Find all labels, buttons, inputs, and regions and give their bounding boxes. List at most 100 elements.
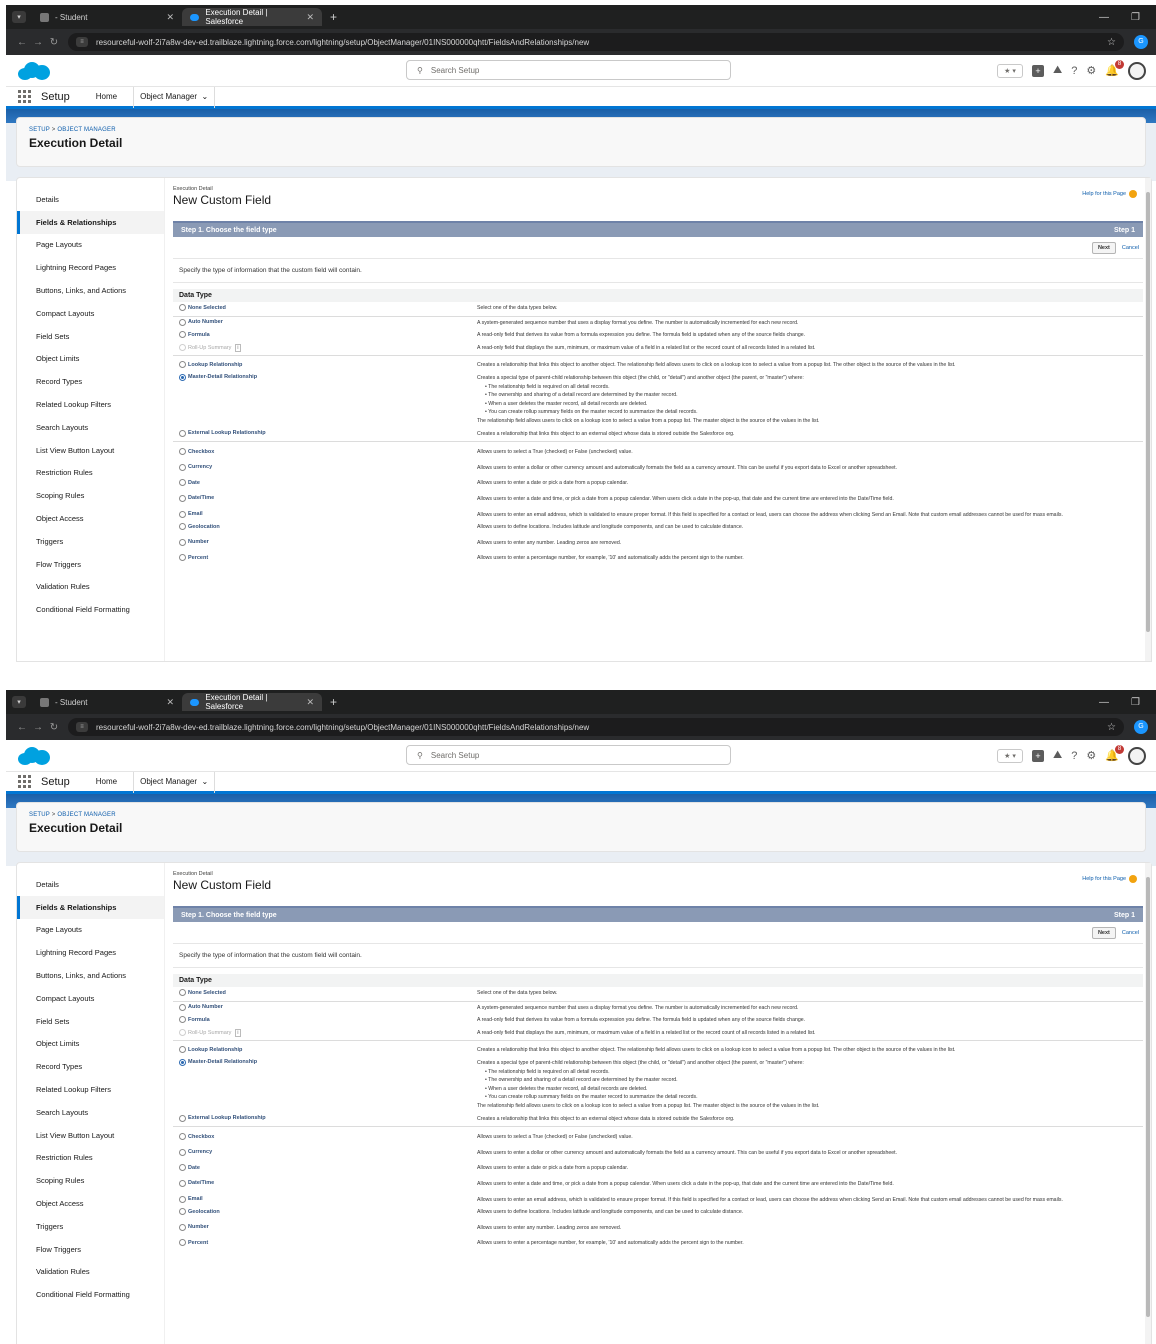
radio-icon[interactable]: [179, 1239, 186, 1247]
radio-icon[interactable]: [179, 448, 186, 456]
type-master-detail-option[interactable]: Master-Detail Relationship: [179, 1058, 477, 1066]
browser-tab-student[interactable]: - Student ✕: [32, 693, 182, 711]
global-actions-icon[interactable]: +: [1032, 749, 1045, 762]
sidebar-item[interactable]: Search Layouts: [17, 1101, 164, 1124]
url-text[interactable]: resourceful-wolf-2i7a8w-dev-ed.trailblaz…: [96, 723, 589, 732]
type-currency-option[interactable]: Currency: [179, 1148, 477, 1156]
sidebar-item[interactable]: Fields & Relationships: [17, 210, 164, 234]
sidebar-item[interactable]: List View Button Layout: [17, 439, 164, 462]
next-button[interactable]: Next: [1091, 241, 1116, 254]
type-email-option[interactable]: Email: [179, 510, 477, 518]
close-tab-icon[interactable]: ✕: [306, 697, 314, 708]
sidebar-item[interactable]: Conditional Field Formatting: [17, 1283, 164, 1306]
favorites-icon[interactable]: ★ ▾: [997, 748, 1024, 763]
address-bar[interactable]: ≡ resourceful-wolf-2i7a8w-dev-ed.trailbl…: [68, 718, 1124, 736]
reload-icon[interactable]: ↻: [46, 722, 62, 733]
type-external-lookup-option[interactable]: External Lookup Relationship: [179, 1114, 477, 1122]
close-tab-icon[interactable]: ✕: [306, 12, 314, 23]
app-launcher-icon[interactable]: [18, 775, 31, 788]
radio-selected-icon[interactable]: [179, 1058, 186, 1066]
back-icon[interactable]: ←: [14, 37, 30, 48]
vertical-scrollbar[interactable]: [1145, 863, 1151, 1344]
radio-icon[interactable]: [179, 1133, 186, 1141]
site-info-icon[interactable]: ≡: [76, 722, 88, 732]
notifications-bell-icon[interactable]: 🔔 8: [1105, 745, 1124, 762]
sidebar-item[interactable]: Compact Layouts: [17, 302, 164, 325]
sidebar-item[interactable]: Triggers: [17, 1215, 164, 1238]
minimize-icon[interactable]: —: [1099, 697, 1109, 708]
browser-tab-salesforce[interactable]: Execution Detail | Salesforce ✕: [182, 8, 322, 26]
sidebar-item[interactable]: Lightning Record Pages: [17, 256, 164, 279]
sidebar-item[interactable]: Related Lookup Filters: [17, 393, 164, 416]
type-auto-number-option[interactable]: Auto Number: [179, 318, 477, 326]
radio-icon[interactable]: [179, 1179, 186, 1187]
type-date-option[interactable]: Date: [179, 1164, 477, 1172]
breadcrumb-object-manager[interactable]: OBJECT MANAGER: [57, 127, 115, 133]
sidebar-item[interactable]: Fields & Relationships: [17, 895, 164, 919]
type-checkbox-option[interactable]: Checkbox: [179, 1133, 477, 1141]
info-icon[interactable]: i: [235, 1028, 241, 1037]
sidebar-item[interactable]: Restriction Rules: [17, 462, 164, 485]
radio-icon[interactable]: [179, 361, 186, 369]
sidebar-item[interactable]: Scoping Rules: [17, 1169, 164, 1192]
type-date-option[interactable]: Date: [179, 479, 477, 487]
type-external-lookup-option[interactable]: External Lookup Relationship: [179, 429, 477, 437]
type-formula-option[interactable]: Formula: [179, 1016, 477, 1024]
new-tab-icon[interactable]: +: [330, 10, 337, 24]
nav-home[interactable]: Home: [90, 771, 123, 793]
sidebar-item[interactable]: Field Sets: [17, 1010, 164, 1033]
help-icon[interactable]: ?: [1071, 750, 1077, 762]
notifications-bell-icon[interactable]: 🔔 8: [1105, 60, 1124, 77]
sidebar-item[interactable]: Flow Triggers: [17, 1238, 164, 1261]
breadcrumb-object-manager[interactable]: OBJECT MANAGER: [57, 812, 115, 818]
nav-home[interactable]: Home: [90, 86, 123, 108]
app-launcher-icon[interactable]: [18, 90, 31, 103]
radio-icon[interactable]: [179, 523, 186, 531]
type-datetime-option[interactable]: Date/Time: [179, 494, 477, 502]
radio-icon[interactable]: [179, 304, 186, 311]
sidebar-item[interactable]: Record Types: [17, 1055, 164, 1078]
window-menu-icon[interactable]: ▾: [12, 696, 26, 708]
radio-selected-icon[interactable]: [179, 373, 186, 381]
chevron-down-icon[interactable]: ⌄: [201, 92, 208, 101]
breadcrumb-setup[interactable]: SETUP: [29, 127, 50, 133]
radio-icon[interactable]: [179, 479, 186, 487]
type-number-option[interactable]: Number: [179, 1223, 477, 1231]
radio-icon[interactable]: [179, 1195, 186, 1203]
type-percent-option[interactable]: Percent: [179, 554, 477, 562]
radio-icon[interactable]: [179, 318, 186, 326]
sidebar-item[interactable]: Related Lookup Filters: [17, 1078, 164, 1101]
scrollbar-thumb[interactable]: [1146, 877, 1150, 1317]
sidebar-item[interactable]: Object Limits: [17, 1033, 164, 1056]
radio-icon[interactable]: [179, 510, 186, 518]
type-percent-option[interactable]: Percent: [179, 1239, 477, 1247]
sidebar-item[interactable]: Details: [17, 188, 164, 211]
info-icon[interactable]: i: [235, 343, 241, 352]
radio-icon[interactable]: [179, 1148, 186, 1156]
sidebar-item[interactable]: Object Access: [17, 1192, 164, 1215]
radio-icon[interactable]: [179, 1003, 186, 1011]
minimize-icon[interactable]: —: [1099, 12, 1109, 23]
type-geolocation-option[interactable]: Geolocation: [179, 1208, 477, 1216]
radio-icon[interactable]: [179, 554, 186, 562]
trailhead-icon[interactable]: ⛰: [1053, 749, 1062, 762]
browser-tab-student[interactable]: - Student ✕: [32, 8, 182, 26]
search-setup-input[interactable]: ⚲ Search Setup: [406, 745, 731, 765]
chevron-down-icon[interactable]: ⌄: [201, 777, 208, 786]
sidebar-item[interactable]: Search Layouts: [17, 416, 164, 439]
type-datetime-option[interactable]: Date/Time: [179, 1179, 477, 1187]
radio-icon[interactable]: [179, 1046, 186, 1054]
radio-icon[interactable]: [179, 463, 186, 471]
sidebar-item[interactable]: Compact Layouts: [17, 987, 164, 1010]
salesforce-logo[interactable]: [16, 60, 52, 82]
restore-icon[interactable]: ❐: [1131, 12, 1140, 23]
sidebar-item[interactable]: Page Layouts: [17, 234, 164, 257]
radio-icon[interactable]: [179, 1208, 186, 1216]
bookmark-star-icon[interactable]: ☆: [1107, 37, 1116, 48]
type-checkbox-option[interactable]: Checkbox: [179, 448, 477, 456]
cancel-link[interactable]: Cancel: [1122, 245, 1139, 251]
profile-avatar[interactable]: G: [1134, 35, 1148, 49]
type-none-option[interactable]: None Selected: [179, 989, 477, 996]
favorites-icon[interactable]: ★ ▾: [997, 63, 1024, 78]
window-menu-icon[interactable]: ▾: [12, 11, 26, 23]
